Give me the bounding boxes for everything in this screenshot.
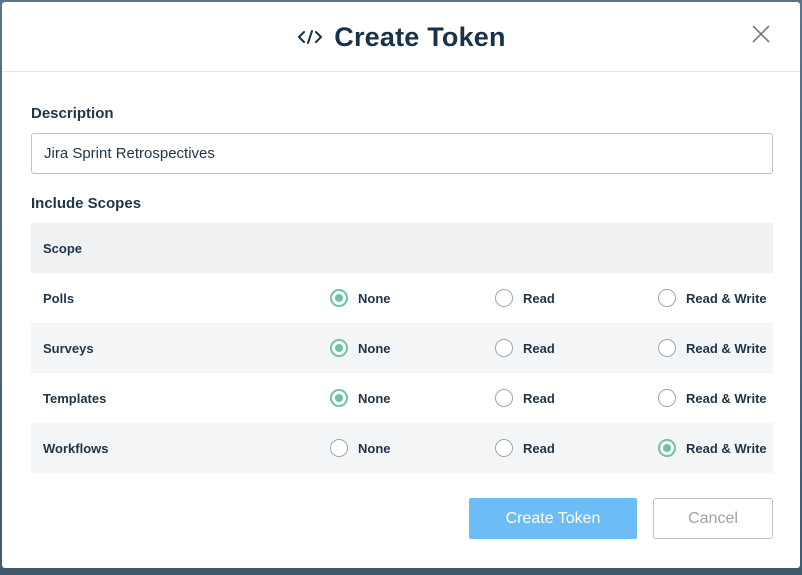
radio-label: None — [358, 340, 391, 356]
scope-name: Templates — [43, 390, 107, 406]
surveys-read-radio[interactable] — [495, 339, 513, 357]
templates-read-write-option[interactable]: Read & Write — [658, 389, 767, 407]
create-token-modal: Create Token Description Include Scopes … — [2, 2, 800, 568]
scope-row-polls: Polls None Read Read & Write — [31, 273, 773, 323]
scope-name: Surveys — [43, 340, 94, 356]
workflows-read-option[interactable]: Read — [495, 439, 555, 457]
workflows-read-write-option[interactable]: Read & Write — [658, 439, 767, 457]
scope-name: Workflows — [43, 440, 109, 456]
radio-label: None — [358, 290, 391, 306]
workflows-read-radio[interactable] — [495, 439, 513, 457]
templates-none-radio[interactable] — [330, 389, 348, 407]
workflows-read-write-radio[interactable] — [658, 439, 676, 457]
surveys-none-option[interactable]: None — [330, 339, 391, 357]
polls-none-option[interactable]: None — [330, 289, 391, 307]
radio-label: Read & Write — [686, 290, 767, 306]
radio-label: None — [358, 390, 391, 406]
workflows-none-option[interactable]: None — [330, 439, 391, 457]
description-label: Description — [31, 105, 114, 122]
scopes-table-header: Scope — [31, 223, 773, 273]
scope-row-workflows: Workflows None Read Read & Write — [31, 423, 773, 473]
radio-label: Read — [523, 390, 555, 406]
scope-column-header: Scope — [43, 240, 83, 256]
polls-read-radio[interactable] — [495, 289, 513, 307]
modal-title-wrap: Create Token — [2, 2, 800, 72]
scope-name: Polls — [43, 290, 75, 306]
scope-row-surveys: Surveys None Read Read & Write — [31, 323, 773, 373]
surveys-none-radio[interactable] — [330, 339, 348, 357]
scope-row-templates: Templates None Read Read & Write — [31, 373, 773, 423]
templates-read-option[interactable]: Read — [495, 389, 555, 407]
include-scopes-label: Include Scopes — [31, 195, 142, 212]
radio-label: Read & Write — [686, 340, 767, 356]
radio-label: Read — [523, 340, 555, 356]
description-input[interactable] — [31, 133, 773, 174]
polls-none-radio[interactable] — [330, 289, 348, 307]
templates-read-write-radio[interactable] — [658, 389, 676, 407]
polls-read-option[interactable]: Read — [495, 289, 555, 307]
radio-label: Read — [523, 440, 555, 456]
radio-label: None — [358, 440, 391, 456]
radio-label: Read — [523, 290, 555, 306]
code-icon — [296, 25, 324, 49]
polls-read-write-radio[interactable] — [658, 289, 676, 307]
close-icon — [752, 24, 770, 48]
surveys-read-option[interactable]: Read — [495, 339, 555, 357]
create-token-button[interactable]: Create Token — [469, 498, 637, 539]
surveys-read-write-radio[interactable] — [658, 339, 676, 357]
scopes-table: Scope Polls None Read Read & Write Surve… — [31, 223, 773, 473]
cancel-button[interactable]: Cancel — [653, 498, 773, 539]
templates-none-option[interactable]: None — [330, 389, 391, 407]
templates-read-radio[interactable] — [495, 389, 513, 407]
workflows-none-radio[interactable] — [330, 439, 348, 457]
polls-read-write-option[interactable]: Read & Write — [658, 289, 767, 307]
modal-title: Create Token — [334, 21, 506, 52]
radio-label: Read & Write — [686, 390, 767, 406]
modal-header: Create Token — [2, 2, 800, 72]
close-button[interactable] — [750, 24, 772, 48]
radio-label: Read & Write — [686, 440, 767, 456]
surveys-read-write-option[interactable]: Read & Write — [658, 339, 767, 357]
